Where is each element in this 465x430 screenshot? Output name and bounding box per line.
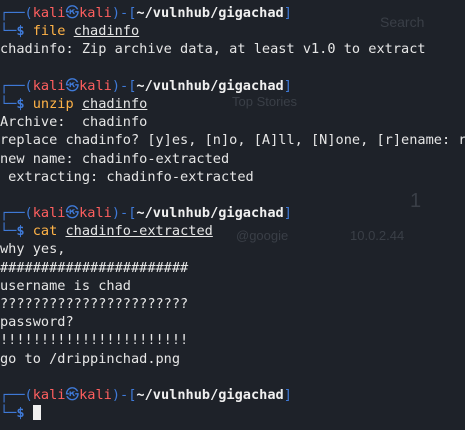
output-line: ??????????????????????? [0, 296, 189, 312]
output-line: !!!!!!!!!!!!!!!!!!!!!!! [0, 332, 189, 349]
prompt-line: ┌──(kali㉿kali)-[~/vulnhub/gigachad] [0, 77, 292, 94]
output-line: Archive: chadinfo [0, 114, 148, 131]
command-line: └─$ cat chadinfo-extracted [0, 223, 213, 240]
command-line: └─$ unzip chadinfo [0, 95, 148, 112]
output-line: password? [0, 314, 74, 331]
prompt-line: ┌──(kali㉿kali)-[~/vulnhub/gigachad] [0, 5, 292, 21]
active-command-line[interactable]: └─$ [0, 404, 465, 422]
command-line: └─$ file chadinfo [0, 23, 140, 40]
output-line: replace chadinfo? [y]es, [n]o, [A]ll, [N… [0, 132, 465, 149]
command-name: unzip [32, 95, 74, 112]
output-line: why yes, [0, 241, 66, 258]
terminal-output[interactable]: ┌──(kali㉿kali)-[~/vulnhub/gigachad] └─$ … [0, 4, 465, 422]
command-argument: chadinfo [81, 95, 148, 112]
output-line: extracting: chadinfo-extracted [0, 168, 254, 185]
output-line: new name: chadinfo-extracted [0, 150, 230, 167]
command-name: cat [32, 223, 58, 240]
prompt-line: ┌──(kali㉿kali)-[~/vulnhub/gigachad] [0, 386, 292, 403]
prompt-line: ┌──(kali㉿kali)-[~/vulnhub/gigachad] [0, 205, 292, 222]
command-argument: chadinfo-extracted [65, 223, 213, 240]
command-argument: chadinfo [73, 23, 140, 40]
output-line: ####################### [0, 259, 189, 276]
text-cursor [32, 405, 41, 421]
command-name: file [32, 23, 66, 40]
output-line: go to /drippinchad.png [0, 350, 181, 367]
output-line: username is chad [0, 277, 131, 294]
output-line: chadinfo: Zip archive data, at least v1.… [0, 41, 426, 58]
